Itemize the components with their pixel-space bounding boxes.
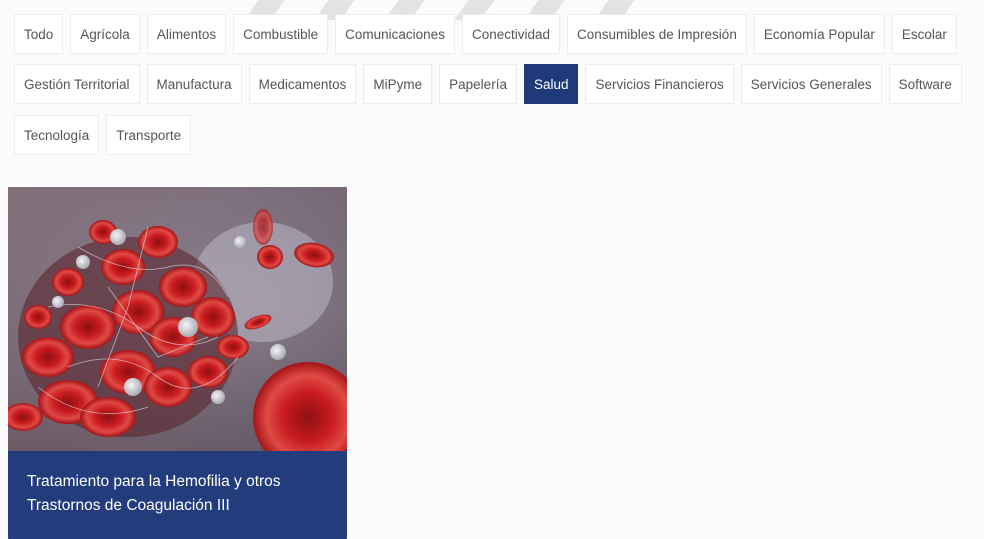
filter-medicamentos[interactable]: Medicamentos [248,64,357,104]
blood-cells-illustration [8,187,347,451]
filter-tecnologia[interactable]: Tecnología [14,115,100,155]
filter-conectividad[interactable]: Conectividad [461,14,560,54]
filter-combustible[interactable]: Combustible [233,14,329,54]
filter-agricola[interactable]: Agrícola [70,14,140,54]
filter-escolar[interactable]: Escolar [891,14,957,54]
filter-papeleria[interactable]: Papelería [439,64,517,104]
product-card[interactable]: Tratamiento para la Hemofilia y otros Tra… [8,187,347,539]
filter-salud[interactable]: Salud [523,64,579,104]
filter-gestion-territorial[interactable]: Gestión Territorial [14,64,140,104]
category-filter-row-1: Todo Agrícola Alimentos Combustible Comunica… [14,14,964,54]
filter-consumibles-de-impresion[interactable]: Consumibles de Impresión [567,14,747,54]
card-title: Tratamiento para la Hemofilia y otros Tra… [27,470,328,518]
filter-todo[interactable]: Todo [14,14,64,54]
filter-comunicaciones[interactable]: Comunicaciones [335,14,455,54]
filter-alimentos[interactable]: Alimentos [146,14,227,54]
filter-manufactura[interactable]: Manufactura [146,64,242,104]
category-filter-row-3: Tecnología Transporte [14,115,198,155]
filter-software[interactable]: Software [888,64,962,104]
category-filter-row-2: Gestión Territorial Manufactura Medicament… [14,64,969,104]
card-title-line-2: Trastornos de Coagulación III [27,497,230,514]
filter-servicios-financieros[interactable]: Servicios Financieros [585,64,734,104]
filter-servicios-generales[interactable]: Servicios Generales [740,64,882,104]
blood-clot-image [8,187,347,451]
filter-transporte[interactable]: Transporte [106,115,192,155]
filter-mipyme[interactable]: MiPyme [363,64,433,104]
product-catalog-page: Todo Agrícola Alimentos Combustible Comunica… [0,0,984,539]
card-caption: Tratamiento para la Hemofilia y otros Tra… [8,451,347,539]
card-title-line-1: Tratamiento para la Hemofilia y otros [27,473,281,490]
filter-economia-popular[interactable]: Economía Popular [753,14,885,54]
